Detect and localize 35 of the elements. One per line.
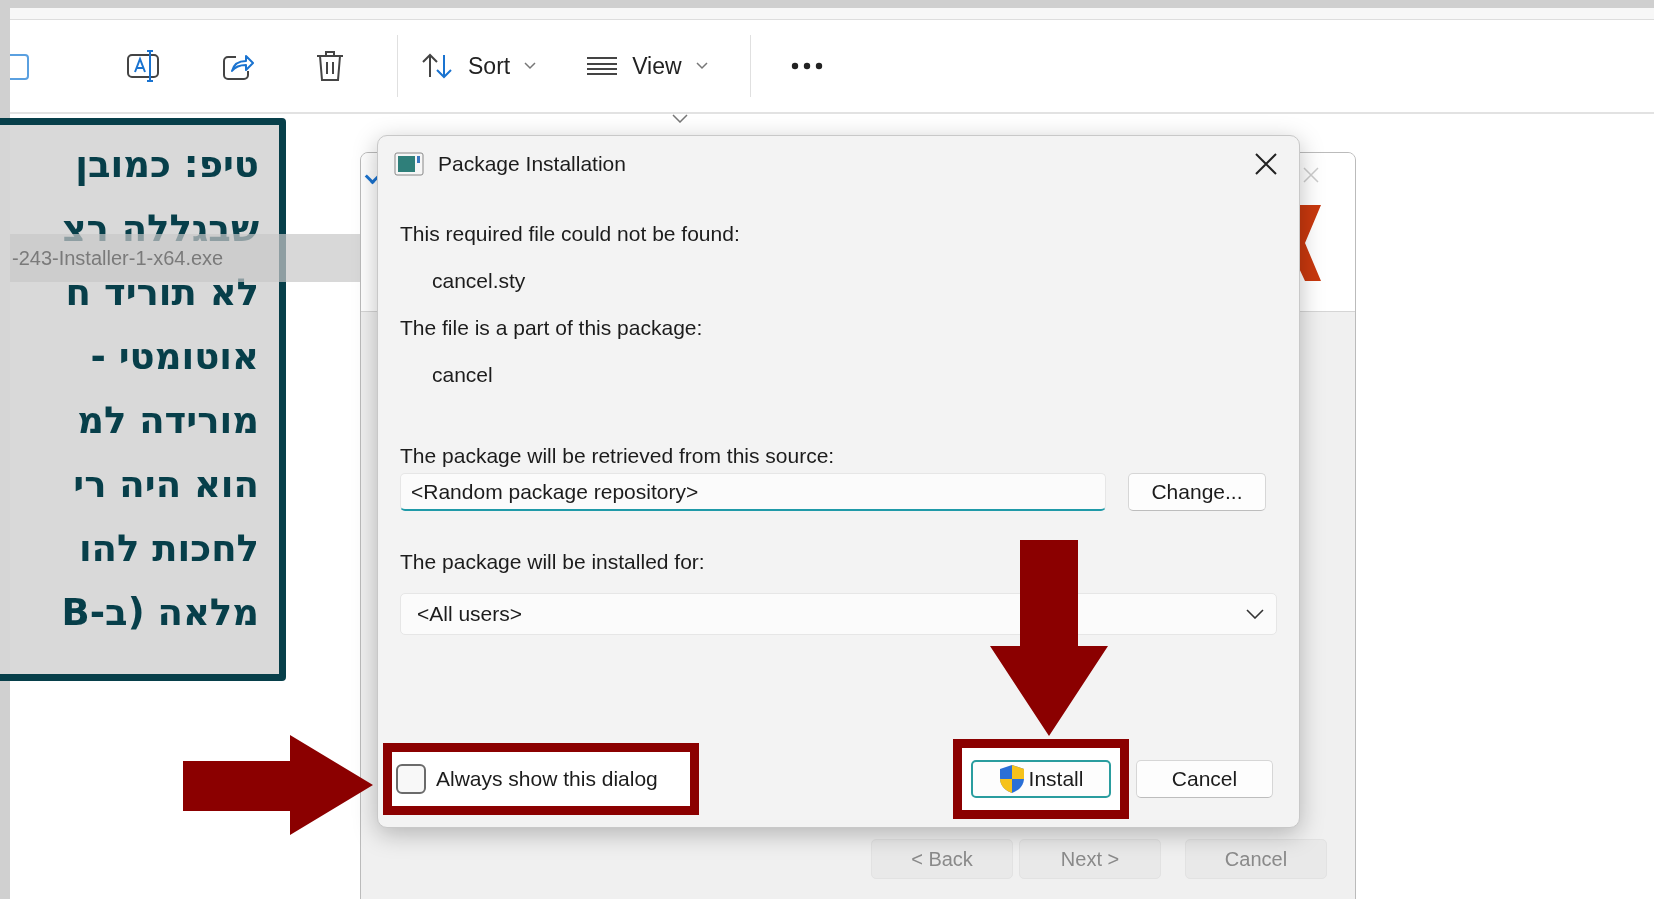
change-button[interactable]: Change... — [1128, 473, 1266, 511]
view-button[interactable]: View — [576, 52, 718, 80]
source-field[interactable]: <Random package repository> — [400, 473, 1106, 511]
more-icon[interactable] — [790, 62, 823, 70]
close-icon[interactable] — [1255, 153, 1277, 175]
shield-icon — [998, 764, 1025, 794]
tip-text: לחכות להו — [78, 527, 259, 571]
lines-icon — [586, 56, 619, 76]
tip-text: מורידה למ — [77, 399, 259, 443]
dialog-label: The package will be retrieved from this source: — [400, 443, 836, 469]
tip-text: אוטומטי - — [90, 335, 259, 379]
dialog-value: cancel — [431, 361, 494, 388]
chevron-down-icon — [524, 62, 537, 70]
dialog-label: The package will be installed for: — [400, 548, 706, 575]
cancel-button[interactable]: Cancel — [1136, 760, 1273, 798]
clipboard-icon[interactable] — [10, 51, 30, 81]
dialog-label: The file is a part of this package: — [400, 314, 704, 341]
dialog-label: This required file could not be found: — [400, 220, 741, 247]
tip-text: מלאה (ב-B — [61, 591, 259, 635]
checkbox[interactable] — [396, 764, 426, 794]
dialog-value: cancel.sty — [431, 267, 527, 294]
chevron-down-icon — [695, 62, 708, 70]
tip-text: הוא היה רי — [73, 463, 259, 507]
install-button[interactable]: Install — [971, 760, 1111, 798]
tip-text: טיפ: כמובן — [75, 143, 259, 187]
chevron-down-icon[interactable] — [672, 114, 688, 123]
sort-arrows-icon — [422, 53, 454, 79]
always-show-checkbox[interactable]: Always show this dialog — [396, 764, 658, 794]
chevron-down-icon — [1246, 609, 1264, 619]
trash-icon[interactable] — [316, 50, 344, 82]
rename-icon[interactable] — [126, 49, 160, 83]
users-dropdown[interactable]: <All users> — [400, 593, 1277, 635]
dialog-title: Package Installation — [438, 152, 627, 176]
window-icon — [394, 152, 424, 176]
sort-button[interactable]: Sort — [412, 52, 547, 80]
